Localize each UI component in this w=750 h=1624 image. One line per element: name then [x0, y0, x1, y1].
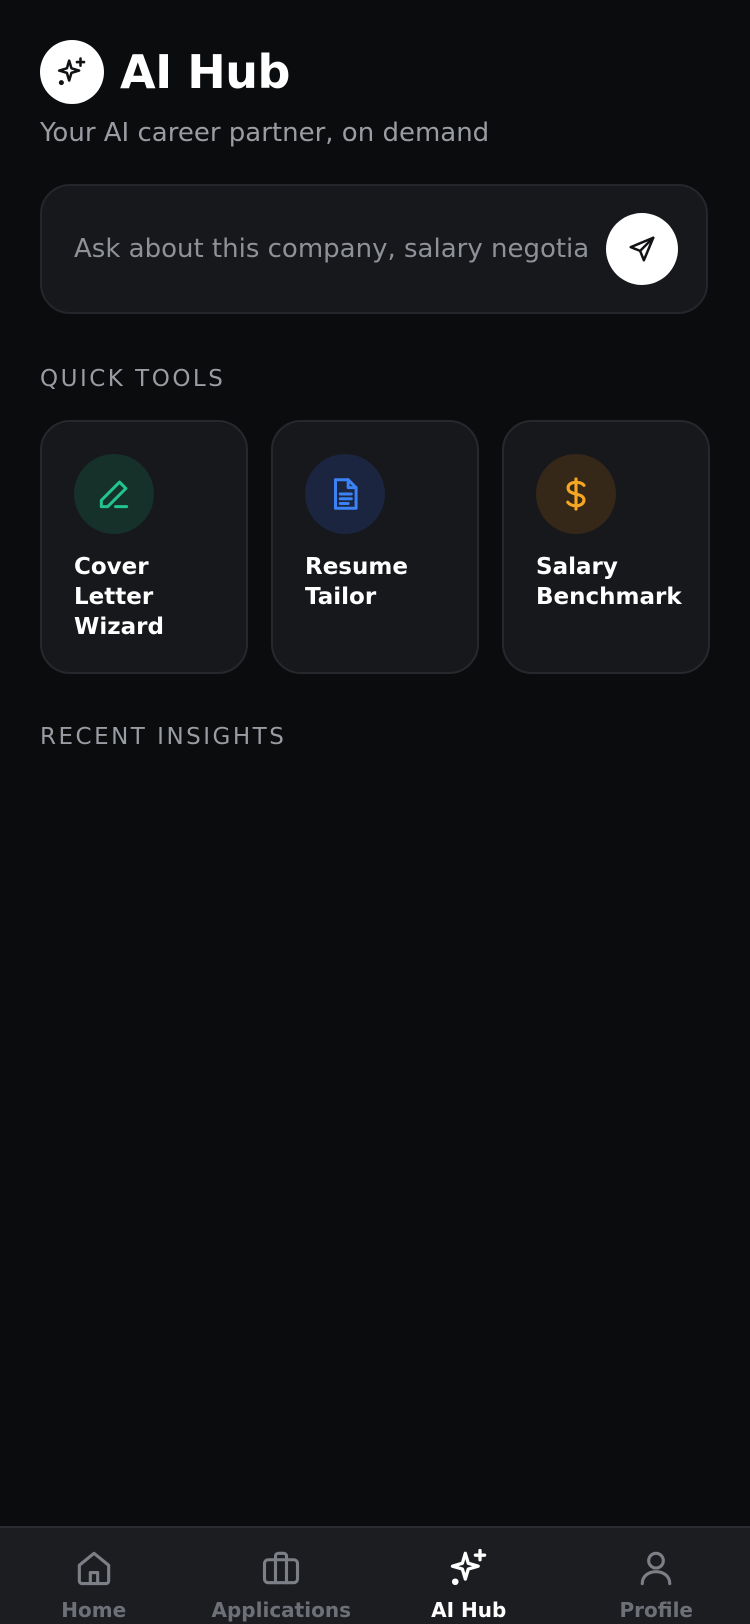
- tool-card-resume-tailor[interactable]: Resume Tailor: [271, 420, 479, 674]
- dollar-icon: [566, 477, 586, 511]
- page-title: AI Hub: [120, 45, 290, 99]
- nav-item-applications[interactable]: Applications: [188, 1528, 376, 1624]
- bottom-navigation: Home Applications AI Hub Profile: [0, 1526, 750, 1624]
- tool-card-salary-benchmark[interactable]: Salary Benchmark: [502, 420, 710, 674]
- pencil-icon: [99, 480, 129, 509]
- ask-ai-input[interactable]: [74, 219, 590, 279]
- send-icon: [629, 236, 655, 262]
- user-icon: [640, 1551, 672, 1586]
- nav-label: Home: [61, 1598, 127, 1622]
- page-subtitle: Your AI career partner, on demand: [40, 118, 490, 148]
- sparkles-icon: [57, 57, 86, 86]
- tool-label: Resume Tailor: [305, 554, 408, 610]
- tool-icon-badge: [305, 454, 385, 534]
- title-row: AI Hub: [40, 40, 710, 104]
- tool-card-cover-letter[interactable]: Cover Letter Wizard: [40, 420, 248, 674]
- tool-icon-badge: [536, 454, 616, 534]
- tool-icon-badge: [74, 454, 154, 534]
- briefcase-icon: [263, 1551, 300, 1585]
- send-button[interactable]: [606, 213, 678, 285]
- ask-ai-box: [40, 184, 708, 314]
- document-icon: [333, 478, 358, 510]
- nav-item-ai-hub[interactable]: AI Hub: [375, 1528, 563, 1624]
- nav-item-profile[interactable]: Profile: [563, 1528, 750, 1624]
- tool-label: Salary Benchmark: [536, 554, 682, 610]
- nav-item-home[interactable]: Home: [0, 1528, 188, 1624]
- quick-tools-list: Cover Letter Wizard Resume Tailor Salary…: [40, 420, 710, 674]
- nav-label: AI Hub: [431, 1598, 507, 1622]
- app-logo: [40, 40, 104, 104]
- recent-insights-heading: RECENT INSIGHTS: [40, 724, 287, 750]
- sparkles-icon: [450, 1548, 486, 1586]
- home-icon: [77, 1551, 110, 1586]
- nav-label: Applications: [211, 1598, 351, 1622]
- tool-label: Cover Letter Wizard: [74, 554, 164, 640]
- nav-label: Profile: [619, 1598, 693, 1622]
- page-header: AI Hub Your AI career partner, on demand: [40, 40, 710, 148]
- quick-tools-heading: QUICK TOOLS: [40, 366, 226, 392]
